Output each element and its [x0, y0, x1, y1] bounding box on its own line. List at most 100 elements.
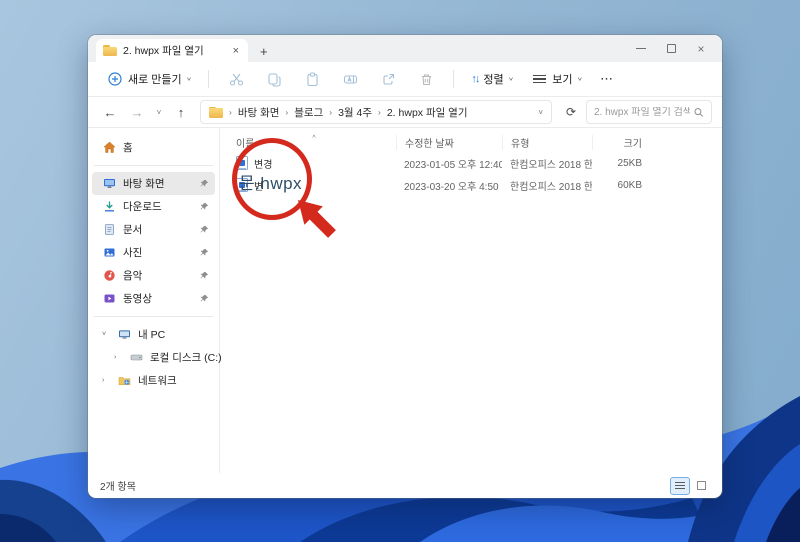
address-dropdown-icon[interactable]: ˅	[538, 108, 543, 117]
paste-button[interactable]	[295, 67, 329, 91]
rename-icon	[342, 71, 358, 87]
more-button[interactable]: ⋯	[593, 67, 621, 91]
copy-icon	[266, 71, 282, 87]
file-type: 한컴오피스 2018 한...	[510, 159, 592, 171]
share-button[interactable]	[371, 67, 405, 91]
sidebar-item-label: 동영상	[123, 293, 152, 305]
refresh-button[interactable]: ⟳	[559, 100, 583, 124]
column-header-type[interactable]: 유형	[502, 134, 592, 150]
tab-title: 2. hwpx 파일 열기	[123, 45, 204, 57]
sidebar-item-desktop[interactable]: 바탕 화면	[92, 172, 215, 195]
home-icon	[102, 141, 116, 155]
sidebar-item-videos[interactable]: 동영상	[92, 287, 215, 310]
rename-button[interactable]	[333, 67, 367, 91]
minimize-icon	[636, 48, 646, 49]
search-input[interactable]	[594, 106, 691, 118]
expand-chevron-icon[interactable]: ›	[114, 354, 122, 361]
sidebar-item-home[interactable]: 홈	[92, 136, 215, 159]
view-icon	[531, 71, 547, 87]
file-date: 2023-03-20 오후 4:50	[404, 181, 499, 193]
sort-ascending-icon: ^	[312, 134, 316, 142]
address-bar: ← → ˅ ↑ › 바탕 화면 › 블로그 › 3월 4주 › 2. hwpx …	[88, 97, 722, 128]
sidebar-item-label: 다운로드	[123, 201, 162, 213]
details-view-toggle[interactable]	[692, 478, 710, 494]
folder-icon	[209, 106, 223, 118]
expand-chevron-icon[interactable]: ›	[102, 377, 110, 384]
copy-button[interactable]	[257, 67, 291, 91]
details-view-icon	[696, 481, 706, 490]
chevron-right-icon: ›	[285, 107, 289, 117]
window-controls: ×	[626, 35, 716, 62]
up-button[interactable]: ↑	[169, 100, 193, 124]
sidebar-item-label: 내 PC	[138, 329, 166, 341]
collapse-chevron-icon[interactable]: ˅	[102, 331, 110, 338]
list-view-toggle[interactable]	[670, 476, 690, 495]
close-icon: ×	[697, 41, 705, 56]
breadcrumb-item[interactable]: 블로그	[294, 105, 323, 120]
network-icon	[117, 374, 131, 388]
folder-icon	[103, 45, 117, 56]
window-content: 홈 바탕 화면 다운로드 문서 사진 음악 동영상 ˅ 내 PC › 로컬 디스…	[88, 128, 722, 473]
maximize-button[interactable]	[656, 35, 686, 62]
sidebar-item-label: 바탕 화면	[123, 178, 165, 190]
sidebar-item-music[interactable]: 음악	[92, 264, 215, 287]
sidebar-item-downloads[interactable]: 다운로드	[92, 195, 215, 218]
new-button-label: 새로 만들기	[128, 74, 182, 86]
history-chevron-icon[interactable]: ˅	[152, 100, 166, 124]
sidebar-item-label: 네트워크	[138, 375, 177, 387]
annotation-arrow-icon	[298, 200, 336, 238]
sort-button-label: 정렬	[483, 74, 504, 86]
sidebar-item-pictures[interactable]: 사진	[92, 241, 215, 264]
sidebar-item-documents[interactable]: 문서	[92, 218, 215, 241]
navigation-pane: 홈 바탕 화면 다운로드 문서 사진 음악 동영상 ˅ 내 PC › 로컬 디스…	[88, 128, 222, 473]
chevron-down-icon: ˅	[186, 75, 192, 83]
toolbar-divider	[453, 70, 455, 88]
back-button[interactable]: ←	[98, 100, 122, 124]
maximize-icon	[666, 44, 676, 53]
forward-button[interactable]: →	[125, 100, 149, 124]
breadcrumb-item[interactable]: 바탕 화면	[238, 105, 280, 120]
chevron-right-icon: ›	[378, 107, 381, 117]
cut-button[interactable]	[219, 67, 253, 91]
delete-button[interactable]	[409, 67, 443, 91]
sidebar-item-local-disk-c[interactable]: › 로컬 디스크 (C:)	[92, 346, 222, 369]
file-size: 60KB	[617, 179, 642, 191]
share-icon	[380, 71, 396, 87]
breadcrumb-item[interactable]: 2. hwpx 파일 열기	[387, 105, 468, 120]
tab-bar: 2. hwpx 파일 열기 × + ×	[88, 35, 722, 62]
command-toolbar: 새로 만들기 ˅ ↑↓ 정렬 ˅ 보기 ˅ ⋯	[88, 62, 722, 97]
more-icon: ⋯	[600, 71, 615, 86]
minimize-button[interactable]	[626, 35, 656, 62]
chevron-down-icon: ˅	[508, 75, 514, 83]
toolbar-divider	[208, 70, 210, 88]
tab-current[interactable]: 2. hwpx 파일 열기 ×	[96, 39, 248, 62]
close-button[interactable]: ×	[686, 35, 716, 62]
sidebar-item-label: 사진	[123, 247, 143, 259]
view-toggles	[670, 476, 710, 495]
search-box[interactable]	[586, 100, 712, 124]
new-tab-button[interactable]: +	[260, 44, 268, 59]
file-type: 한컴오피스 2018 한...	[510, 181, 592, 193]
column-headers: 이름 ^ 수정한 날짜 유형 크기	[228, 132, 714, 152]
sort-button[interactable]: ↑↓ 정렬 ˅	[464, 67, 520, 91]
sidebar-divider	[94, 316, 213, 317]
pictures-icon	[102, 246, 116, 260]
downloads-icon	[102, 200, 116, 214]
status-bar: 2개 항목	[88, 473, 722, 498]
new-button[interactable]: 새로 만들기 ˅	[100, 67, 198, 91]
desktop-icon	[102, 177, 116, 191]
plus-circle-icon	[107, 71, 123, 87]
tab-close-icon[interactable]: ×	[231, 45, 241, 57]
trash-icon	[418, 71, 434, 87]
sidebar-item-network[interactable]: › 네트워크	[92, 369, 215, 392]
cut-icon	[228, 71, 244, 87]
pin-icon	[200, 271, 209, 280]
breadcrumb[interactable]: › 바탕 화면 › 블로그 › 3월 4주 › 2. hwpx 파일 열기 ˅	[200, 100, 552, 124]
column-header-size[interactable]: 크기	[592, 134, 650, 150]
sidebar-divider	[94, 165, 213, 166]
breadcrumb-item[interactable]: 3월 4주	[338, 105, 372, 120]
music-icon	[102, 269, 116, 283]
column-header-date[interactable]: 수정한 날짜	[396, 134, 502, 150]
view-button[interactable]: 보기 ˅	[524, 67, 589, 91]
sidebar-item-this-pc[interactable]: ˅ 내 PC	[92, 323, 215, 346]
